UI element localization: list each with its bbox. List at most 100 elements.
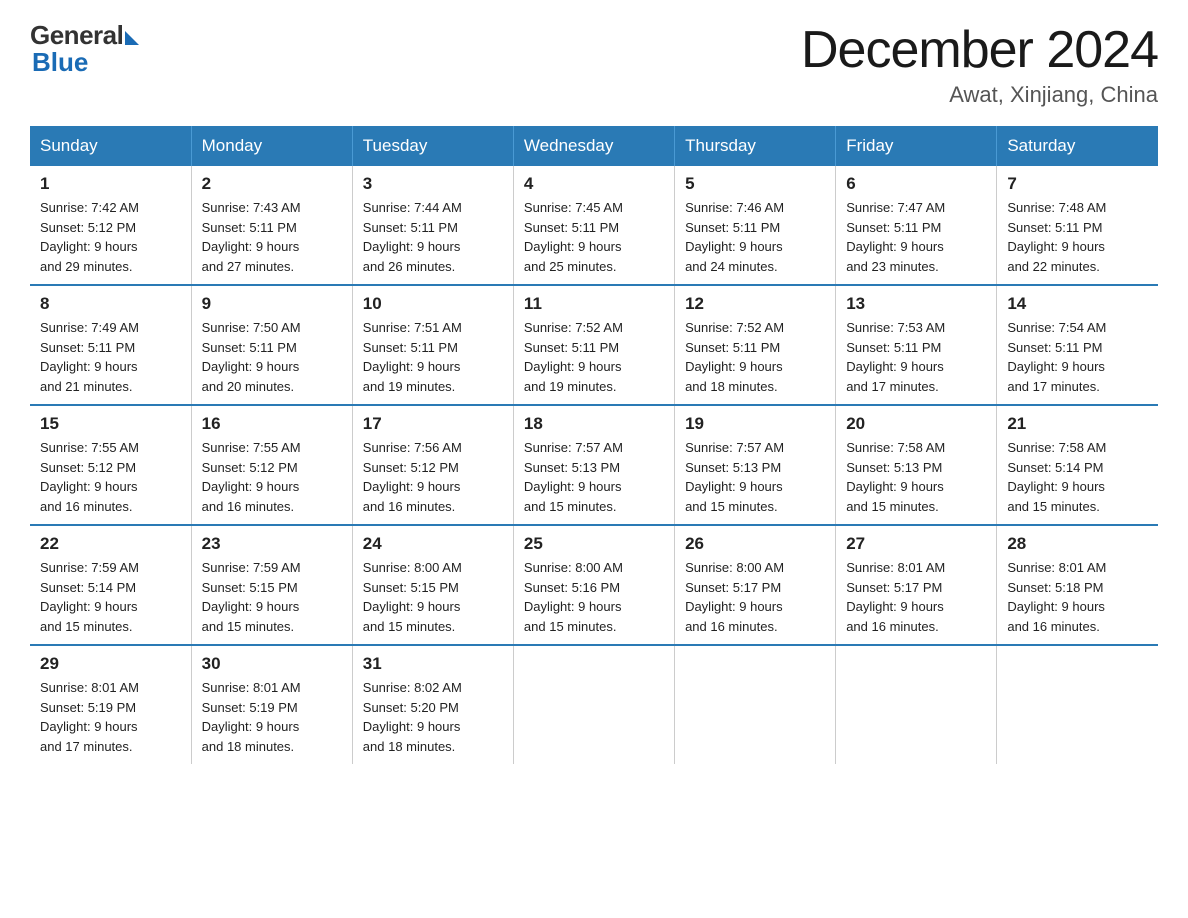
day-info: Sunrise: 7:59 AM Sunset: 5:14 PM Dayligh…: [40, 558, 181, 636]
day-number: 7: [1007, 174, 1148, 194]
day-number: 12: [685, 294, 825, 314]
day-info: Sunrise: 8:02 AM Sunset: 5:20 PM Dayligh…: [363, 678, 503, 756]
header-wednesday: Wednesday: [513, 126, 674, 166]
day-info: Sunrise: 7:49 AM Sunset: 5:11 PM Dayligh…: [40, 318, 181, 396]
table-cell: 6Sunrise: 7:47 AM Sunset: 5:11 PM Daylig…: [836, 166, 997, 285]
header-friday: Friday: [836, 126, 997, 166]
table-cell: 16Sunrise: 7:55 AM Sunset: 5:12 PM Dayli…: [191, 405, 352, 525]
day-info: Sunrise: 8:01 AM Sunset: 5:19 PM Dayligh…: [40, 678, 181, 756]
table-cell: 5Sunrise: 7:46 AM Sunset: 5:11 PM Daylig…: [675, 166, 836, 285]
table-cell: [836, 645, 997, 764]
day-number: 31: [363, 654, 503, 674]
page-header: General Blue December 2024 Awat, Xinjian…: [30, 20, 1158, 108]
day-number: 20: [846, 414, 986, 434]
day-number: 2: [202, 174, 342, 194]
table-cell: [997, 645, 1158, 764]
day-info: Sunrise: 8:01 AM Sunset: 5:19 PM Dayligh…: [202, 678, 342, 756]
table-cell: 27Sunrise: 8:01 AM Sunset: 5:17 PM Dayli…: [836, 525, 997, 645]
day-number: 18: [524, 414, 664, 434]
day-number: 15: [40, 414, 181, 434]
table-cell: 10Sunrise: 7:51 AM Sunset: 5:11 PM Dayli…: [352, 285, 513, 405]
logo-triangle-icon: [125, 31, 139, 45]
week-row-1: 1 Sunrise: 7:42 AM Sunset: 5:12 PM Daylig…: [30, 166, 1158, 285]
day-info: Sunrise: 7:52 AM Sunset: 5:11 PM Dayligh…: [524, 318, 664, 396]
title-block: December 2024 Awat, Xinjiang, China: [801, 20, 1158, 108]
day-number: 11: [524, 294, 664, 314]
day-info: Sunrise: 7:50 AM Sunset: 5:11 PM Dayligh…: [202, 318, 342, 396]
table-cell: 31 Sunrise: 8:02 AM Sunset: 5:20 PM Dayli…: [352, 645, 513, 764]
table-cell: 30 Sunrise: 8:01 AM Sunset: 5:19 PM Dayli…: [191, 645, 352, 764]
header-monday: Monday: [191, 126, 352, 166]
table-cell: 24 Sunrise: 8:00 AM Sunset: 5:15 PM Dayli…: [352, 525, 513, 645]
day-info: Sunrise: 7:47 AM Sunset: 5:11 PM Dayligh…: [846, 198, 986, 276]
table-cell: 20 Sunrise: 7:58 AM Sunset: 5:13 PM Dayli…: [836, 405, 997, 525]
table-cell: [675, 645, 836, 764]
day-info: Sunrise: 7:53 AM Sunset: 5:11 PM Dayligh…: [846, 318, 986, 396]
day-info: Sunrise: 8:00 AM Sunset: 5:17 PM Dayligh…: [685, 558, 825, 636]
table-cell: 21 Sunrise: 7:58 AM Sunset: 5:14 PM Dayli…: [997, 405, 1158, 525]
day-info: Sunrise: 7:57 AM Sunset: 5:13 PM Dayligh…: [524, 438, 664, 516]
logo: General Blue: [30, 20, 139, 78]
day-number: 8: [40, 294, 181, 314]
table-cell: 28Sunrise: 8:01 AM Sunset: 5:18 PM Dayli…: [997, 525, 1158, 645]
table-cell: 19 Sunrise: 7:57 AM Sunset: 5:13 PM Dayli…: [675, 405, 836, 525]
day-info: Sunrise: 8:01 AM Sunset: 5:18 PM Dayligh…: [1007, 558, 1148, 636]
table-cell: 9Sunrise: 7:50 AM Sunset: 5:11 PM Daylig…: [191, 285, 352, 405]
table-cell: 29 Sunrise: 8:01 AM Sunset: 5:19 PM Dayli…: [30, 645, 191, 764]
table-cell: 26 Sunrise: 8:00 AM Sunset: 5:17 PM Dayli…: [675, 525, 836, 645]
table-cell: 4 Sunrise: 7:45 AM Sunset: 5:11 PM Daylig…: [513, 166, 674, 285]
day-number: 23: [202, 534, 342, 554]
header-saturday: Saturday: [997, 126, 1158, 166]
table-cell: [513, 645, 674, 764]
table-cell: 3Sunrise: 7:44 AM Sunset: 5:11 PM Daylig…: [352, 166, 513, 285]
day-info: Sunrise: 7:45 AM Sunset: 5:11 PM Dayligh…: [524, 198, 664, 276]
day-info: Sunrise: 7:59 AM Sunset: 5:15 PM Dayligh…: [202, 558, 342, 636]
table-cell: 7Sunrise: 7:48 AM Sunset: 5:11 PM Daylig…: [997, 166, 1158, 285]
day-number: 24: [363, 534, 503, 554]
location: Awat, Xinjiang, China: [801, 82, 1158, 108]
table-cell: 22Sunrise: 7:59 AM Sunset: 5:14 PM Dayli…: [30, 525, 191, 645]
day-info: Sunrise: 7:58 AM Sunset: 5:14 PM Dayligh…: [1007, 438, 1148, 516]
day-info: Sunrise: 7:55 AM Sunset: 5:12 PM Dayligh…: [40, 438, 181, 516]
day-number: 29: [40, 654, 181, 674]
day-number: 1: [40, 174, 181, 194]
month-title: December 2024: [801, 20, 1158, 80]
day-number: 30: [202, 654, 342, 674]
day-info: Sunrise: 7:56 AM Sunset: 5:12 PM Dayligh…: [363, 438, 503, 516]
day-info: Sunrise: 7:42 AM Sunset: 5:12 PM Dayligh…: [40, 198, 181, 276]
table-cell: 11 Sunrise: 7:52 AM Sunset: 5:11 PM Dayli…: [513, 285, 674, 405]
table-cell: 17 Sunrise: 7:56 AM Sunset: 5:12 PM Dayli…: [352, 405, 513, 525]
day-info: Sunrise: 7:57 AM Sunset: 5:13 PM Dayligh…: [685, 438, 825, 516]
day-number: 17: [363, 414, 503, 434]
table-cell: 1 Sunrise: 7:42 AM Sunset: 5:12 PM Daylig…: [30, 166, 191, 285]
table-cell: 2 Sunrise: 7:43 AM Sunset: 5:11 PM Daylig…: [191, 166, 352, 285]
day-info: Sunrise: 7:52 AM Sunset: 5:11 PM Dayligh…: [685, 318, 825, 396]
table-cell: 23 Sunrise: 7:59 AM Sunset: 5:15 PM Dayli…: [191, 525, 352, 645]
week-row-5: 29 Sunrise: 8:01 AM Sunset: 5:19 PM Dayli…: [30, 645, 1158, 764]
day-number: 21: [1007, 414, 1148, 434]
day-info: Sunrise: 8:00 AM Sunset: 5:16 PM Dayligh…: [524, 558, 664, 636]
week-row-4: 22Sunrise: 7:59 AM Sunset: 5:14 PM Dayli…: [30, 525, 1158, 645]
calendar-table: SundayMondayTuesdayWednesdayThursdayFrid…: [30, 126, 1158, 764]
day-number: 4: [524, 174, 664, 194]
day-number: 5: [685, 174, 825, 194]
day-number: 26: [685, 534, 825, 554]
day-number: 19: [685, 414, 825, 434]
header-sunday: Sunday: [30, 126, 191, 166]
header-thursday: Thursday: [675, 126, 836, 166]
day-info: Sunrise: 8:00 AM Sunset: 5:15 PM Dayligh…: [363, 558, 503, 636]
day-number: 25: [524, 534, 664, 554]
table-cell: 25 Sunrise: 8:00 AM Sunset: 5:16 PM Dayli…: [513, 525, 674, 645]
table-cell: 14Sunrise: 7:54 AM Sunset: 5:11 PM Dayli…: [997, 285, 1158, 405]
day-info: Sunrise: 7:58 AM Sunset: 5:13 PM Dayligh…: [846, 438, 986, 516]
day-number: 13: [846, 294, 986, 314]
header-tuesday: Tuesday: [352, 126, 513, 166]
day-info: Sunrise: 7:54 AM Sunset: 5:11 PM Dayligh…: [1007, 318, 1148, 396]
logo-blue-text: Blue: [32, 47, 88, 78]
table-cell: 15 Sunrise: 7:55 AM Sunset: 5:12 PM Dayli…: [30, 405, 191, 525]
week-row-2: 8 Sunrise: 7:49 AM Sunset: 5:11 PM Daylig…: [30, 285, 1158, 405]
day-number: 3: [363, 174, 503, 194]
table-cell: 13 Sunrise: 7:53 AM Sunset: 5:11 PM Dayli…: [836, 285, 997, 405]
day-number: 10: [363, 294, 503, 314]
day-info: Sunrise: 7:43 AM Sunset: 5:11 PM Dayligh…: [202, 198, 342, 276]
